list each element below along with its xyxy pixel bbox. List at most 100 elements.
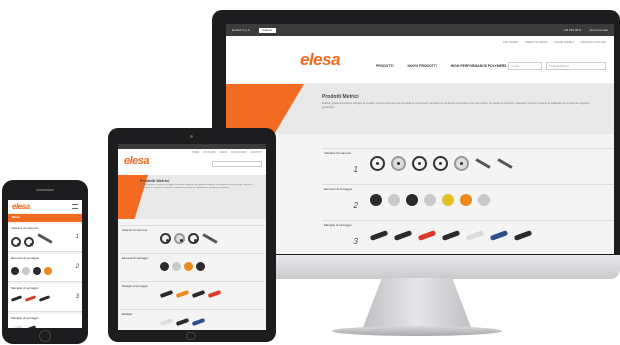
category-row[interactable]: Maniglie di serraggio 3 [322, 220, 614, 250]
lever-image[interactable] [159, 317, 174, 327]
lever-image[interactable] [417, 230, 437, 241]
lever-image[interactable] [513, 230, 533, 241]
handwheel-image[interactable] [454, 156, 469, 171]
header-links: CHI SIAMO MEDIA E NEWS DOVE SIAMO LAVORA… [503, 40, 606, 44]
lever-image[interactable] [24, 295, 37, 302]
crank-handle-image[interactable] [202, 232, 218, 244]
category-number: 2 [75, 264, 79, 270]
lever-image[interactable] [159, 289, 174, 299]
crank-handle-image[interactable] [475, 158, 491, 169]
link-media[interactable]: MEDIA [220, 151, 228, 154]
product-thumbnails [160, 254, 264, 278]
link-dove-siamo[interactable]: DOVE SIAMO [231, 151, 246, 154]
knob-image[interactable] [406, 193, 418, 206]
knob-image[interactable] [388, 193, 400, 206]
main-nav: PRODOTTI NUOVI PRODOTTI HIGH-PERFORMANCE… [376, 64, 507, 68]
category-name: Maniglie di serraggio [324, 223, 352, 227]
knob-image[interactable] [460, 193, 472, 206]
elesa-logo[interactable]: elesa [300, 50, 341, 70]
category-name: Elementi di serraggio [11, 256, 40, 260]
lever-image[interactable] [10, 325, 23, 328]
knob-image[interactable] [172, 261, 181, 271]
category-row[interactable]: Elementi di serraggio 2 [322, 184, 614, 214]
category-row[interactable]: Volantini di manovra [120, 225, 264, 250]
hero-banner: Prodotti Metrici ELESA, grazie al contin… [226, 84, 614, 134]
link-chi-siamo[interactable]: CHI SIAMO [503, 40, 519, 44]
lever-image[interactable] [175, 317, 190, 327]
lever-image[interactable] [191, 317, 206, 327]
lever-image[interactable] [38, 295, 51, 302]
lever-image[interactable] [175, 289, 190, 299]
home-button[interactable] [39, 330, 51, 342]
elesa-logo[interactable]: elesa [124, 155, 150, 167]
knob-image[interactable] [22, 267, 30, 275]
category-name: Elementi di serraggio [122, 256, 149, 260]
product-thumbnails [159, 282, 264, 306]
product-thumbnails [362, 221, 614, 250]
category-row[interactable]: Maniglie di serraggio 3 [8, 284, 82, 312]
category-name: Volantini di manovra [11, 226, 39, 230]
nav-high-performance[interactable]: HIGH-PERFORMANCE POLYMERS [451, 64, 507, 68]
link-contatti[interactable]: CONTATTI [250, 151, 262, 154]
phone-number: +39 039 2811 [563, 28, 582, 32]
handwheel-image[interactable] [412, 156, 427, 171]
lever-image[interactable] [441, 230, 461, 241]
search-input[interactable] [212, 161, 262, 167]
category-row[interactable]: Volantini di manovra 1 [8, 224, 82, 252]
knob-image[interactable] [370, 193, 382, 206]
link-chi-siamo[interactable]: CHI SIAMO [203, 151, 216, 154]
handwheel-image[interactable] [391, 156, 406, 171]
hamburger-menu-icon[interactable] [72, 204, 78, 209]
lever-image[interactable] [191, 289, 206, 299]
crank-handle-image[interactable] [497, 158, 513, 169]
handwheel-image[interactable] [160, 232, 171, 244]
category-row[interactable]: Volantini di manovra 1 [322, 148, 614, 178]
home-button[interactable] [186, 332, 196, 340]
language-select[interactable]: Italiano [258, 27, 277, 33]
lever-image[interactable] [393, 230, 413, 241]
link-dove-siamo[interactable]: DOVE SIAMO [555, 40, 574, 44]
elesa-logo[interactable]: elesa [12, 202, 30, 211]
handwheel-image[interactable] [433, 156, 448, 171]
category-row[interactable]: Maniglie di serraggio [8, 314, 82, 328]
handwheel-image[interactable] [24, 237, 34, 247]
category-row[interactable]: Elementi di serraggio 2 [8, 254, 82, 282]
category-number: 1 [75, 234, 79, 240]
lever-image[interactable] [207, 289, 222, 299]
menu-bar[interactable]: Menu [8, 214, 82, 222]
category-number: 3 [75, 294, 79, 300]
link-lavora-con-noi[interactable]: LAVORA CON NOI [581, 40, 606, 44]
knob-image[interactable] [442, 193, 454, 206]
knob-image[interactable] [196, 261, 205, 271]
knob-image[interactable] [44, 267, 52, 275]
category-row[interactable]: Maniglie [120, 309, 264, 330]
lever-image[interactable] [369, 230, 389, 241]
category-name: Maniglie di serraggio [122, 284, 148, 288]
handwheel-image[interactable] [370, 156, 385, 171]
knob-image[interactable] [33, 267, 41, 275]
crank-handle-image[interactable] [37, 233, 53, 244]
lever-image[interactable] [24, 325, 37, 328]
category-name: Volantini di manovra [122, 228, 148, 232]
handwheel-image[interactable] [174, 232, 185, 244]
lever-image[interactable] [10, 295, 23, 302]
monitor-stand [362, 278, 472, 330]
knob-image[interactable] [160, 261, 169, 271]
handwheel-image[interactable] [188, 232, 199, 244]
knob-image[interactable] [478, 193, 490, 206]
category-row[interactable]: Elementi di serraggio [120, 253, 264, 278]
nav-nuovi-prodotti[interactable]: NUOVI PRODOTTI [408, 64, 437, 68]
knob-image[interactable] [424, 193, 436, 206]
lever-image[interactable] [489, 230, 509, 241]
search-input[interactable]: Cerca [508, 62, 542, 70]
product-filter-select[interactable]: Prodotti Metrici [546, 62, 606, 70]
knob-image[interactable] [11, 267, 19, 275]
knob-image[interactable] [184, 261, 193, 271]
link-home[interactable]: HOME [192, 151, 199, 154]
category-row[interactable]: Maniglie di serraggio [120, 281, 264, 306]
lever-image[interactable] [465, 230, 485, 241]
nav-prodotti[interactable]: PRODOTTI [376, 64, 394, 68]
handwheel-image[interactable] [11, 237, 21, 247]
reserved-area-link[interactable]: Area riservata [589, 28, 608, 32]
link-media-news[interactable]: MEDIA E NEWS [526, 40, 548, 44]
